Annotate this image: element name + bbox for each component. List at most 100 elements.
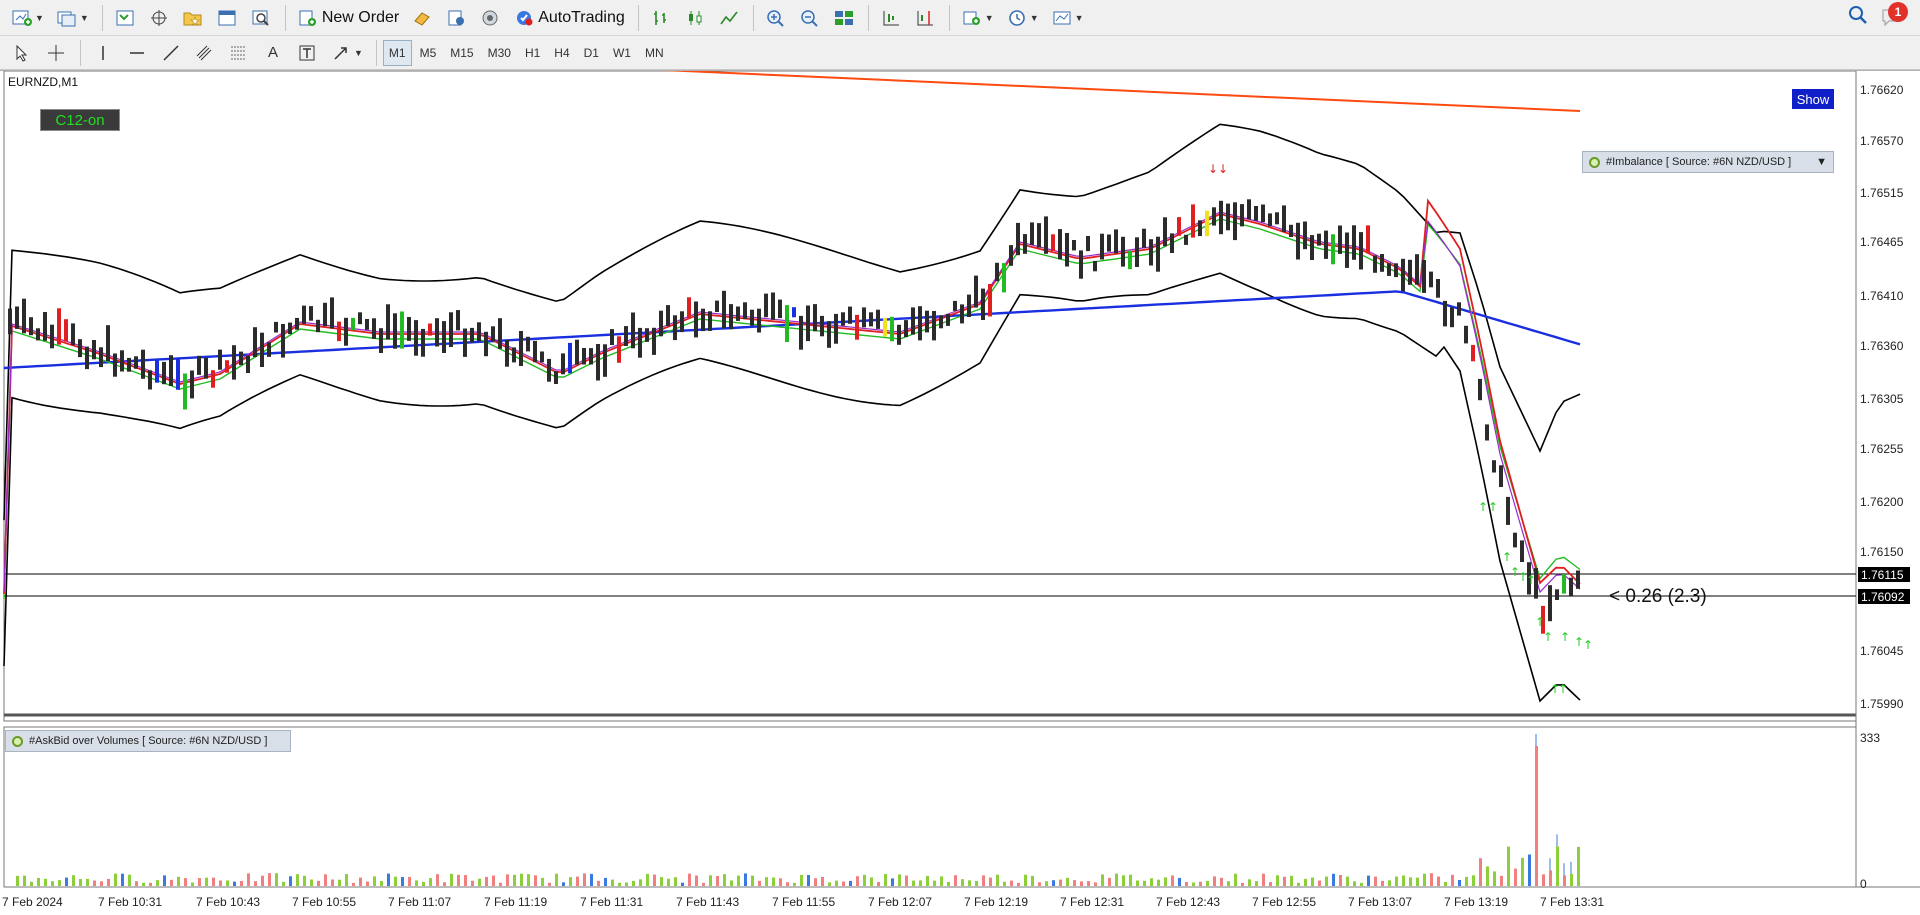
search-icon[interactable] (1848, 5, 1868, 30)
notifications-button[interactable]: 1 (1880, 2, 1908, 30)
indicators-button[interactable]: ▼ (956, 4, 999, 32)
crosshair-tool-button[interactable] (40, 39, 72, 67)
price-bar (274, 321, 278, 333)
vertical-line-button[interactable] (87, 39, 119, 67)
buy-signal-arrow: ↑ (1535, 615, 1545, 629)
volume-bar (282, 881, 285, 886)
volume-bar (1339, 875, 1342, 886)
timeframe-m5-button[interactable]: M5 (414, 40, 443, 66)
chart-shift-button[interactable] (875, 4, 907, 32)
volume-bar (471, 880, 474, 886)
volume-bar (1227, 881, 1230, 886)
price-bar (764, 293, 768, 318)
price-bar (211, 370, 215, 388)
volume-bar (205, 877, 208, 886)
volume-bar (240, 880, 243, 886)
market-watch-button[interactable] (109, 4, 141, 32)
periods-button[interactable]: ▼ (1001, 4, 1044, 32)
price-bar (1107, 234, 1111, 252)
volume-bar (989, 877, 992, 886)
signals-button[interactable] (474, 4, 506, 32)
imbalance-indicator-panel[interactable]: #Imbalance [ Source: #6N NZD/USD ] ▼ (1582, 151, 1834, 173)
arrow-tool-button[interactable]: ▼ (325, 39, 368, 67)
price-bar (113, 353, 117, 377)
trendline-button[interactable] (155, 39, 187, 67)
terminal-button[interactable] (211, 4, 243, 32)
volume-bar (695, 875, 698, 886)
timeframe-h1-button[interactable]: H1 (519, 40, 546, 66)
volume-bar (1031, 875, 1034, 886)
price-bar (43, 312, 47, 341)
cursor-icon (11, 42, 33, 64)
autotrading-button[interactable]: AutoTrading (508, 4, 630, 32)
price-bar (197, 355, 201, 375)
market-watch-icon (114, 7, 136, 29)
spread-label: < 0.26 (2.3) (1609, 586, 1707, 607)
volume-bar (625, 882, 628, 886)
price-bar (155, 360, 159, 383)
volume-bar (30, 881, 33, 886)
timeframe-d1-button[interactable]: D1 (578, 40, 605, 66)
price-bar (960, 304, 964, 324)
timeframe-mn-button[interactable]: MN (639, 40, 670, 66)
fibonacci-button[interactable] (223, 39, 255, 67)
volume-bar (1493, 871, 1496, 886)
new-order-button[interactable]: New Order (292, 4, 404, 32)
volume-bar (674, 877, 677, 886)
price-bar (715, 300, 719, 312)
chart-window[interactable]: ↑ ↑ ↑ ↑ ↑ ↑ ↑ ↑ ↑ ↑ ↑ ↑ ↑ ↓↓ EURNZD,M1 C12-on Show #I… (0, 70, 1920, 914)
volume-bar (359, 877, 362, 886)
metaeditor-button[interactable] (406, 4, 438, 32)
price-bar (1450, 307, 1454, 328)
volume-bar (177, 876, 180, 886)
timeframe-m15-button[interactable]: M15 (444, 40, 479, 66)
timeframe-h4-button[interactable]: H4 (548, 40, 575, 66)
volume-bar (1276, 875, 1279, 886)
templates-button[interactable]: ▼ (1046, 4, 1089, 32)
line-chart-button[interactable] (713, 4, 745, 32)
volume-bar (464, 875, 467, 886)
c12-status-button[interactable]: C12-on (40, 109, 120, 131)
timeframe-w1-button[interactable]: W1 (607, 40, 637, 66)
text-label-button[interactable] (291, 39, 323, 67)
tile-windows-button[interactable] (828, 4, 860, 32)
time-axis-label: 7 Feb 13:31 (1540, 895, 1605, 909)
text-tool-button[interactable]: A (257, 39, 289, 67)
price-bar (1135, 237, 1139, 267)
chevron-down-icon: ▼ (354, 47, 363, 58)
price-bar (1492, 460, 1496, 473)
data-window-button[interactable] (143, 4, 175, 32)
strategy-tester-button[interactable] (245, 4, 277, 32)
price-bar (1002, 263, 1006, 293)
volume-bar (772, 877, 775, 886)
channel-button[interactable] (189, 39, 221, 67)
price-bar (295, 317, 299, 330)
askbid-indicator-panel[interactable]: #AskBid over Volumes [ Source: #6N NZD/U… (5, 730, 291, 752)
experts-button[interactable] (440, 4, 472, 32)
new-chart-button[interactable]: ▼ (6, 4, 49, 32)
autoscroll-button[interactable] (909, 4, 941, 32)
bar-chart-button[interactable] (645, 4, 677, 32)
price-bar (169, 355, 173, 386)
volume-bar (891, 878, 894, 886)
zoom-out-button[interactable] (794, 4, 826, 32)
show-button[interactable]: Show (1792, 89, 1834, 109)
imbalance-indicator-label: #Imbalance [ Source: #6N NZD/USD ] (1606, 156, 1792, 168)
volume-bar (1150, 878, 1153, 886)
price-bar (1436, 279, 1440, 298)
timeframe-m30-button[interactable]: M30 (482, 40, 517, 66)
zoom-in-button[interactable] (760, 4, 792, 32)
price-bar (1254, 206, 1258, 221)
chevron-down-icon[interactable]: ▼ (1816, 156, 1827, 168)
price-bar (365, 319, 369, 330)
timeframe-m1-button[interactable]: M1 (382, 39, 412, 66)
horizontal-line-button[interactable] (121, 39, 153, 67)
candlestick-button[interactable] (679, 4, 711, 32)
volume-bar (835, 880, 838, 886)
profiles-button[interactable]: ▼ (51, 4, 94, 32)
autoscroll-icon (914, 7, 936, 29)
cursor-tool-button[interactable] (6, 39, 38, 67)
buy-signal-arrow: ↑ (1558, 682, 1568, 696)
navigator-button[interactable] (177, 4, 209, 32)
price-bar (575, 339, 579, 365)
